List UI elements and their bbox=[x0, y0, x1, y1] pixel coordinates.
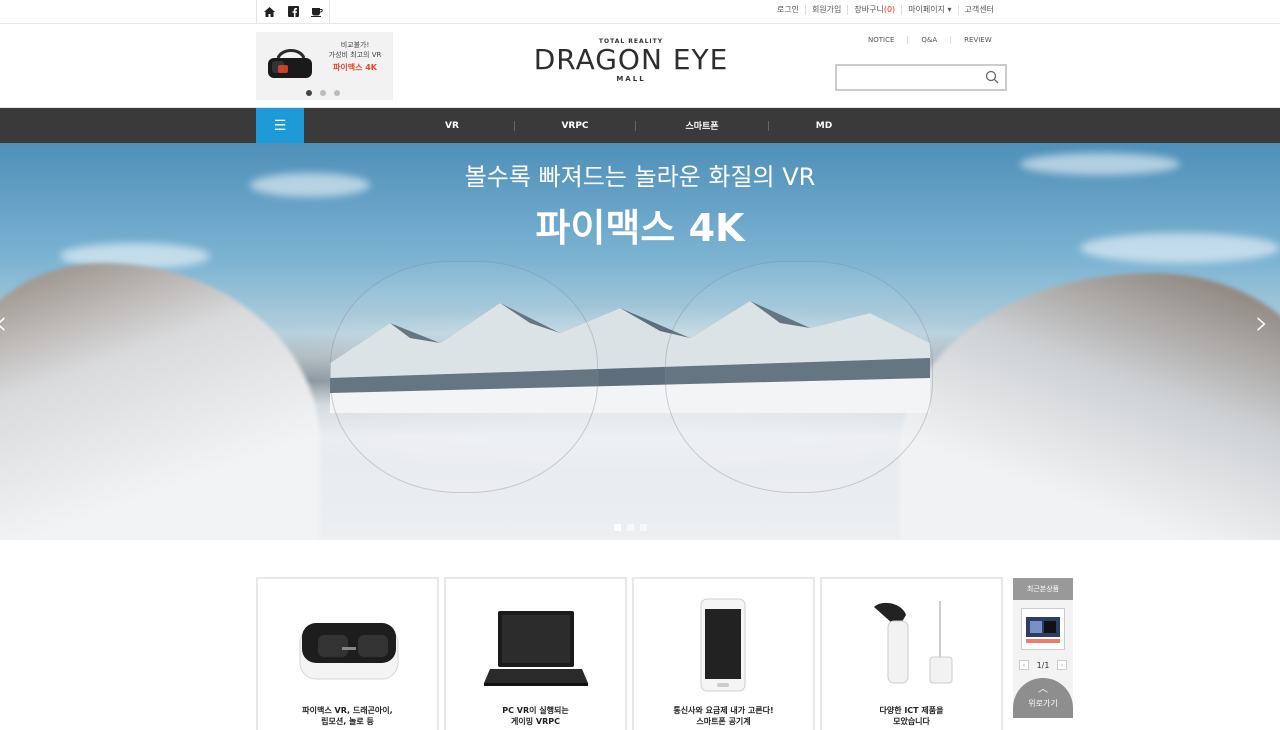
kakao-story-icon[interactable] bbox=[305, 0, 329, 23]
caption-line2: 스마트폰 공기계 bbox=[696, 717, 751, 726]
category-card-vrpc[interactable]: PC VR이 실행되는 게이밍 VRPC bbox=[444, 577, 627, 730]
category-caption: 다양한 ICT 제품을 모았습니다 bbox=[822, 705, 1001, 727]
review-link[interactable]: REVIEW bbox=[950, 36, 1004, 44]
search-input[interactable] bbox=[835, 64, 1007, 91]
caption-line1: 파이맥스 VR, 드래곤아이, bbox=[302, 706, 393, 715]
recent-thumb-image bbox=[1026, 617, 1060, 643]
search-icon[interactable] bbox=[985, 70, 999, 84]
mypage-link[interactable]: 마이페이지 ▾ bbox=[901, 5, 957, 15]
category-caption: 파이맥스 VR, 드래곤아이, 립모션, 놀로 등 bbox=[258, 705, 437, 727]
top-utility-bar: 로그인 회원가입 장바구니(0) 마이페이지 ▾ 고객센터 bbox=[0, 0, 1280, 24]
signup-link[interactable]: 회원가입 bbox=[804, 5, 847, 15]
nav-item-vrpc[interactable]: VRPC bbox=[515, 121, 635, 131]
vr-headset-image bbox=[299, 623, 399, 680]
hero-pager bbox=[614, 524, 647, 531]
category-caption: 통신사와 요금제 내가 고른다! 스마트폰 공기계 bbox=[634, 705, 813, 727]
promo-line2: 가성비 최고의 VR bbox=[328, 51, 382, 59]
hero-slider: 볼수록 빠져드는 놀라운 화질의 VR 파이맥스 4K ‹ › bbox=[0, 143, 1280, 540]
site-header: 비교불가! 가성비 최고의 VR 파이맥스 4K TOTAL REALITY D… bbox=[0, 24, 1280, 108]
main-nav: ☰ VR VRPC 스마트폰 MD bbox=[0, 108, 1280, 143]
cart-count: (0) bbox=[883, 5, 896, 14]
next-slide-icon[interactable]: › bbox=[1255, 303, 1269, 343]
login-link[interactable]: 로그인 bbox=[771, 5, 805, 15]
category-caption: PC VR이 실행되는 게이밍 VRPC bbox=[446, 705, 625, 727]
home-icon[interactable] bbox=[257, 0, 281, 23]
site-logo[interactable]: TOTAL REALITY DRAGON EYE MALL bbox=[530, 38, 732, 83]
snow-slope bbox=[0, 263, 320, 540]
hero-dot[interactable] bbox=[627, 524, 634, 531]
prev-slide-icon[interactable]: ‹ bbox=[0, 303, 8, 343]
caption-line2: 립모션, 놀로 등 bbox=[321, 717, 374, 726]
recent-prev-icon[interactable]: ‹ bbox=[1019, 660, 1029, 670]
hero-dot[interactable] bbox=[640, 524, 647, 531]
logo-mall: MALL bbox=[616, 75, 646, 83]
category-cards: 파이맥스 VR, 드래곤아이, 립모션, 놀로 등 PC VR이 실행되는 게이… bbox=[256, 577, 1003, 730]
hero-dot[interactable] bbox=[614, 524, 621, 531]
nav-item-md[interactable]: MD bbox=[769, 121, 879, 131]
laptop-image bbox=[484, 611, 588, 686]
customer-center-link[interactable]: 고객센터 bbox=[957, 5, 1000, 15]
recent-title: 최근본상품 bbox=[1013, 578, 1073, 600]
notice-link[interactable]: NOTICE bbox=[855, 36, 907, 44]
nav-items: VR VRPC 스마트폰 MD bbox=[390, 108, 879, 143]
caption-line2: 모았습니다 bbox=[893, 717, 930, 726]
caption-line1: 통신사와 요금제 내가 고른다! bbox=[673, 706, 774, 715]
vr-headset-image bbox=[268, 49, 312, 78]
recent-next-icon[interactable]: › bbox=[1057, 660, 1067, 670]
barcode-scanner-image bbox=[874, 601, 953, 684]
recent-product-thumb[interactable] bbox=[1021, 608, 1065, 650]
promo-text: 비교불가! 가성비 최고의 VR bbox=[320, 40, 390, 60]
recently-viewed-panel: 최근본상품 ‹ 1/1 › ︿ 위로가기 bbox=[1013, 578, 1073, 718]
hero-title: 파이맥스 4K bbox=[535, 206, 745, 250]
utility-links: 로그인 회원가입 장바구니(0) 마이페이지 ▾ 고객센터 bbox=[771, 5, 1000, 15]
nav-item-vr[interactable]: VR bbox=[390, 121, 514, 131]
smartphone-image bbox=[700, 598, 746, 692]
promo-dot[interactable] bbox=[306, 90, 312, 96]
promo-dot[interactable] bbox=[320, 90, 326, 96]
facebook-icon[interactable] bbox=[281, 0, 305, 23]
caption-line1: 다양한 ICT 제품을 bbox=[879, 706, 944, 715]
category-card-ict[interactable]: 다양한 ICT 제품을 모았습니다 bbox=[820, 577, 1003, 730]
promo-banner[interactable]: 비교불가! 가성비 최고의 VR 파이맥스 4K bbox=[256, 32, 393, 100]
promo-pager bbox=[306, 90, 340, 96]
category-menu-button[interactable]: ☰ bbox=[256, 108, 304, 143]
caption-line2: 게이밍 VRPC bbox=[511, 717, 560, 726]
recent-page-count: 1/1 bbox=[1036, 660, 1050, 670]
vr-lens-left bbox=[330, 261, 598, 493]
hero-subtitle: 볼수록 빠져드는 놀라운 화질의 VR bbox=[464, 163, 816, 191]
promo-dot[interactable] bbox=[334, 90, 340, 96]
hamburger-icon: ☰ bbox=[273, 117, 287, 134]
snow-slope bbox=[900, 273, 1280, 540]
qna-link[interactable]: Q&A bbox=[907, 36, 950, 44]
cart-label: 장바구니 bbox=[854, 5, 884, 14]
category-card-smartphone[interactable]: 통신사와 요금제 내가 고른다! 스마트폰 공기계 bbox=[632, 577, 815, 730]
nav-item-smartphone[interactable]: 스마트폰 bbox=[636, 119, 768, 132]
caption-line1: PC VR이 실행되는 bbox=[502, 706, 569, 715]
back-to-top-button[interactable]: ︿ 위로가기 bbox=[1013, 678, 1073, 718]
vr-lens-right bbox=[665, 261, 933, 493]
header-links: NOTICE Q&A REVIEW bbox=[855, 36, 1005, 44]
back-to-top-label: 위로가기 bbox=[1028, 699, 1058, 708]
logo-name: DRAGON EYE bbox=[533, 43, 729, 76]
recent-pager: ‹ 1/1 › bbox=[1019, 660, 1067, 670]
chevron-up-icon: ︿ bbox=[1038, 684, 1048, 695]
promo-product: 파이맥스 4K bbox=[333, 63, 377, 72]
cart-link[interactable]: 장바구니(0) bbox=[847, 5, 901, 15]
social-icons bbox=[256, 0, 330, 23]
promo-line1: 비교불가! bbox=[340, 41, 370, 49]
category-card-vr[interactable]: 파이맥스 VR, 드래곤아이, 립모션, 놀로 등 bbox=[256, 577, 439, 730]
